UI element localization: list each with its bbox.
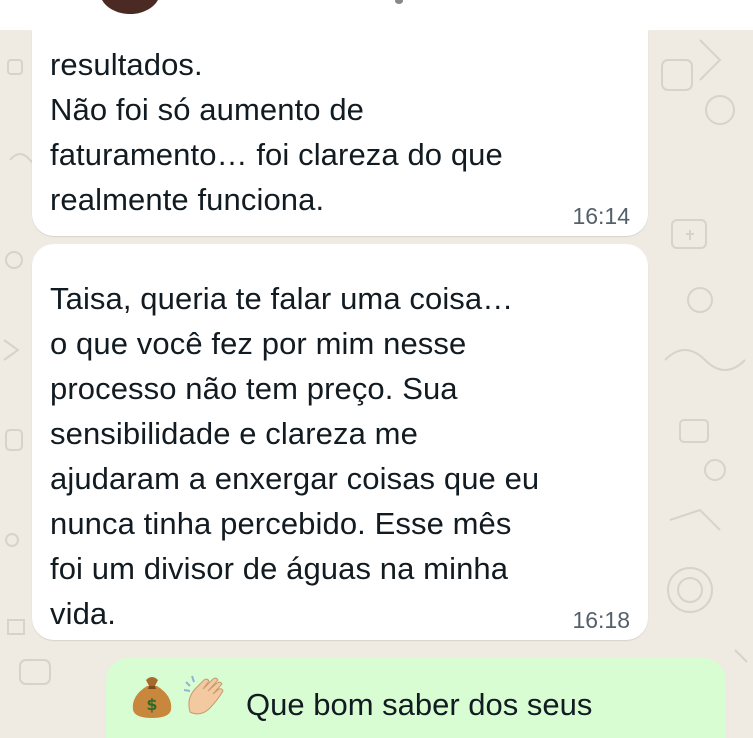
- clapping-hands-icon: [180, 672, 228, 720]
- incoming-message[interactable]: resultados. Não foi só aumento de fatura…: [32, 30, 648, 236]
- svg-text:$: $: [146, 695, 157, 714]
- outgoing-message[interactable]: $ Que bom saber dos seus: [106, 658, 726, 738]
- message-text: Que bom saber dos seus: [246, 687, 593, 722]
- header-indicator: [395, 0, 403, 4]
- contact-avatar[interactable]: [100, 0, 160, 14]
- incoming-message[interactable]: Taisa, queria te falar uma coisa… o que …: [32, 244, 648, 640]
- message-timestamp: 16:18: [572, 607, 630, 633]
- chat-header: [0, 0, 753, 30]
- message-text: resultados. Não foi só aumento de fatura…: [50, 47, 503, 217]
- money-bag-icon: $: [128, 672, 176, 720]
- message-list[interactable]: resultados. Não foi só aumento de fatura…: [0, 30, 753, 738]
- message-timestamp: 16:14: [572, 203, 630, 229]
- message-text: Taisa, queria te falar uma coisa… o que …: [50, 281, 540, 631]
